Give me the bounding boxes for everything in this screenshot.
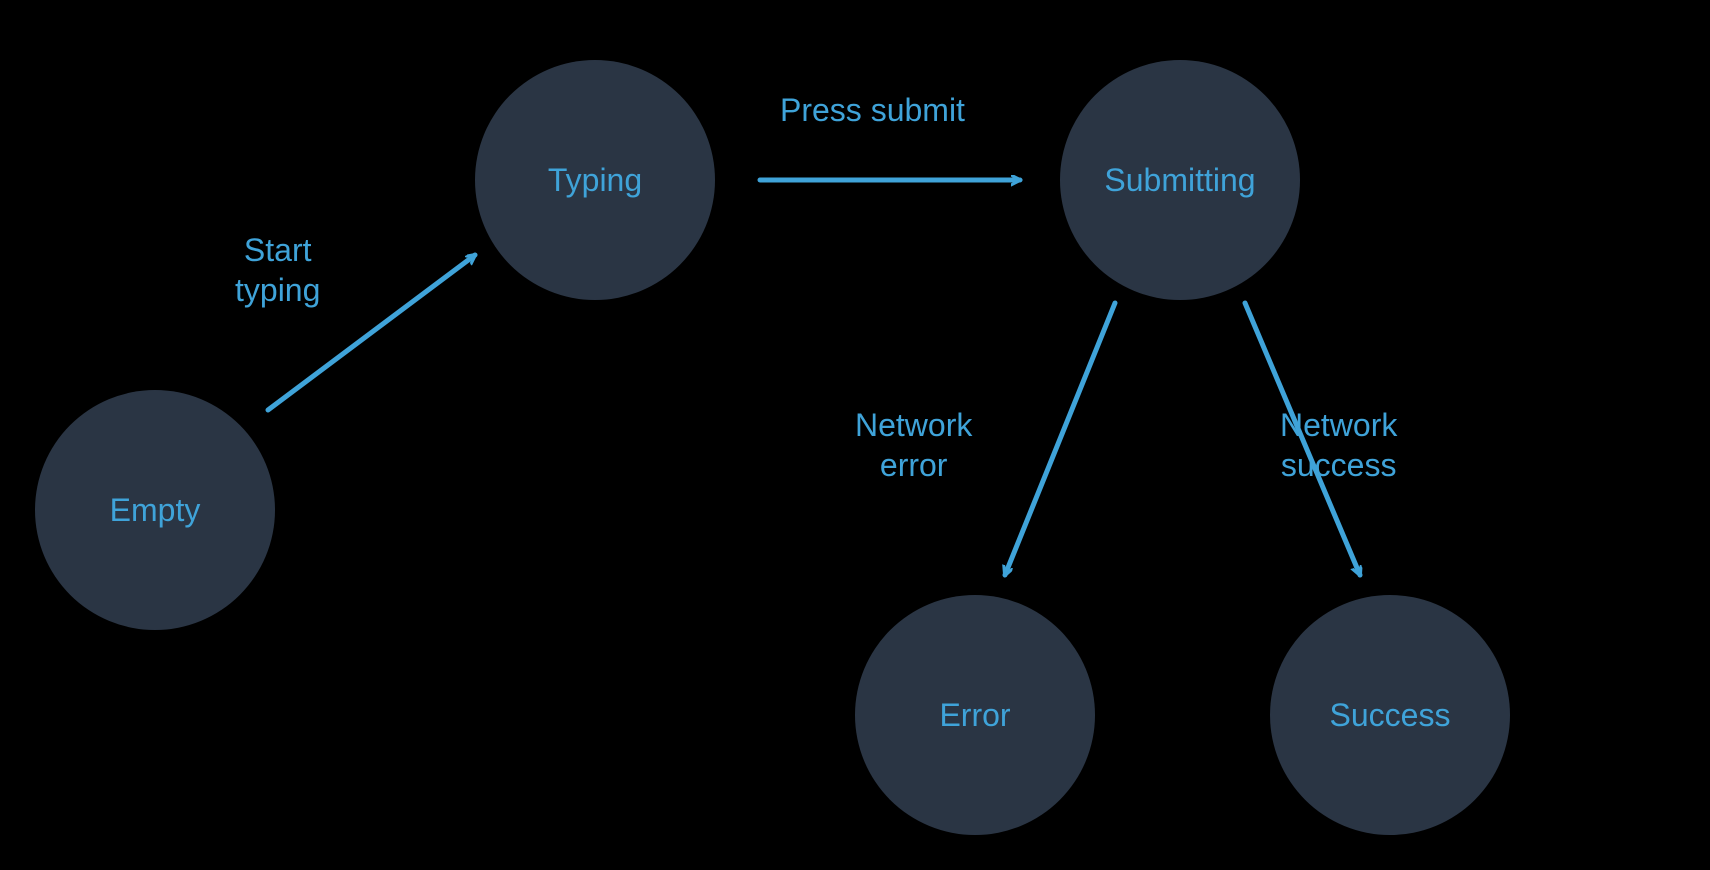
state-label: Empty [110,492,201,529]
state-node-submitting: Submitting [1060,60,1300,300]
transition-text: Network success [1280,407,1397,483]
state-label: Error [939,697,1010,734]
transition-label-start-typing: Start typing [235,190,320,310]
state-node-typing: Typing [475,60,715,300]
transition-label-press-submit: Press submit [780,90,965,130]
transition-label-network-success: Network success [1280,365,1397,485]
state-node-error: Error [855,595,1095,835]
transition-text: Start typing [235,232,320,308]
state-label: Success [1330,697,1451,734]
state-node-empty: Empty [35,390,275,630]
arrow-network-error [1005,303,1115,575]
transition-text: Network error [855,407,972,483]
transition-text: Press submit [780,92,965,128]
state-label: Submitting [1104,162,1255,199]
state-node-success: Success [1270,595,1510,835]
transition-label-network-error: Network error [855,365,972,485]
state-label: Typing [548,162,642,199]
